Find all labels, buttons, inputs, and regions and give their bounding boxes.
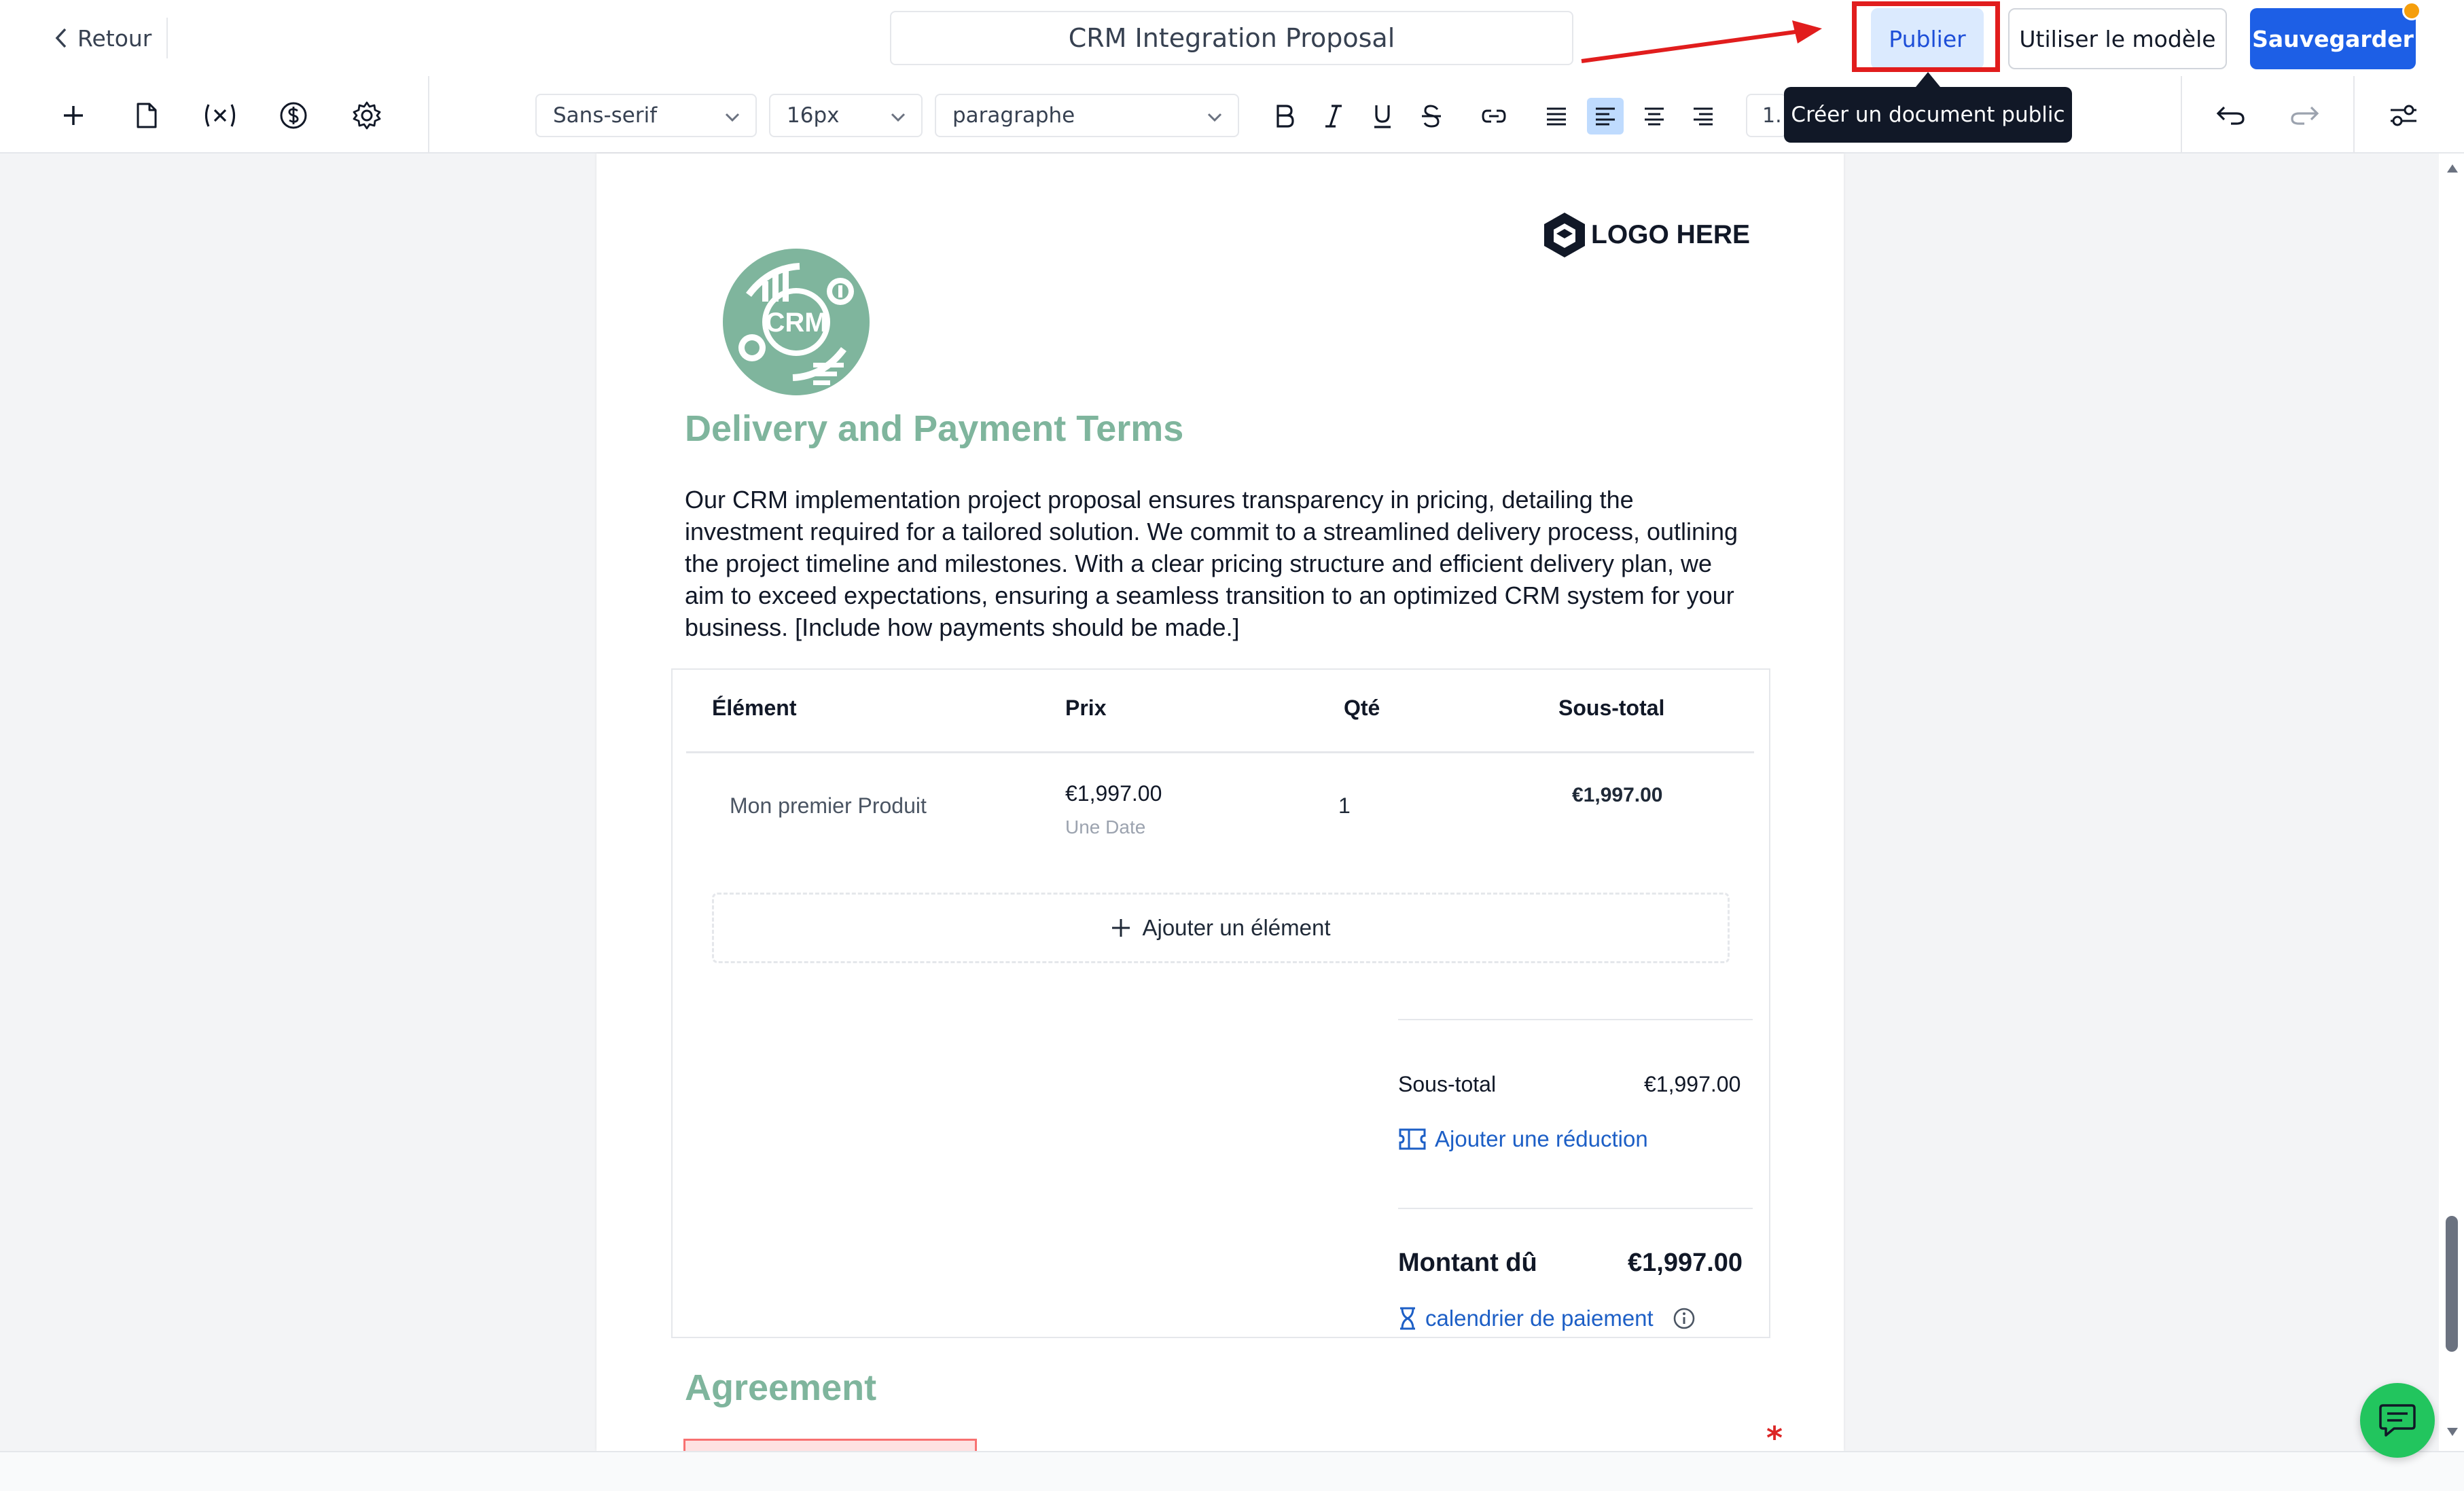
undo-icon[interactable] xyxy=(2211,95,2251,136)
block-type-value: paragraphe xyxy=(952,103,1075,128)
italic-icon[interactable] xyxy=(1315,98,1352,134)
scroll-down-icon[interactable] xyxy=(2446,1426,2459,1437)
chevron-down-icon xyxy=(723,107,742,126)
align-left-icon[interactable] xyxy=(1587,98,1624,134)
add-icon[interactable] xyxy=(53,95,94,136)
line-height-select[interactable]: 1. xyxy=(1746,94,1787,137)
bottom-bar xyxy=(0,1451,2464,1491)
amount-due-value: €1,997.00 xyxy=(1628,1249,1743,1277)
font-size-value: 16px xyxy=(787,103,840,128)
chevron-down-icon xyxy=(1205,107,1224,126)
underline-icon[interactable] xyxy=(1364,98,1401,134)
company-logo: LOGO HERE xyxy=(1542,211,1750,259)
chevron-down-icon xyxy=(889,107,908,126)
document-title-input[interactable]: CRM Integration Proposal xyxy=(890,11,1573,65)
publish-highlight-box xyxy=(1852,1,2000,72)
page-icon[interactable] xyxy=(126,95,167,136)
dollar-icon[interactable] xyxy=(273,95,314,136)
publish-tooltip: Créer un document public xyxy=(1784,87,2072,143)
align-center-icon[interactable] xyxy=(1636,98,1673,134)
column-header-item: Élément xyxy=(712,696,797,720)
amount-due-label: Montant dû xyxy=(1398,1249,1537,1277)
row-item-name[interactable]: Mon premier Produit xyxy=(730,793,927,819)
subtotal-label: Sous-total xyxy=(1398,1072,1497,1096)
settings-gear-icon[interactable] xyxy=(346,95,387,136)
tooltip-arrow xyxy=(1916,72,1940,87)
font-family-value: Sans-serif xyxy=(553,103,658,128)
align-right-icon[interactable] xyxy=(1685,98,1721,134)
row-item-date[interactable]: Une Date xyxy=(1065,816,1145,838)
font-family-select[interactable]: Sans-serif xyxy=(535,94,757,137)
divider xyxy=(428,76,429,152)
plus-icon xyxy=(1111,918,1131,938)
scrollbar-thumb[interactable] xyxy=(2446,1216,2458,1352)
ticket-icon xyxy=(1398,1128,1427,1151)
strikethrough-icon[interactable] xyxy=(1413,98,1450,134)
divider xyxy=(166,18,168,58)
divider xyxy=(1398,1019,1753,1020)
intro-paragraph[interactable]: Our CRM implementation project proposal … xyxy=(685,484,1751,643)
chat-icon xyxy=(2378,1403,2417,1438)
save-button[interactable]: Sauvegarder xyxy=(2250,8,2416,69)
row-item-qty[interactable]: 1 xyxy=(1338,793,1351,819)
row-item-subtotal: €1,997.00 xyxy=(1572,784,1663,806)
hexagon-logo-icon xyxy=(1542,211,1587,259)
info-icon[interactable] xyxy=(1673,1307,1696,1330)
add-item-button[interactable]: Ajouter un élément xyxy=(712,893,1730,963)
annotation-arrow-icon xyxy=(1581,20,1822,63)
column-header-price: Prix xyxy=(1065,696,1107,720)
scroll-up-icon[interactable] xyxy=(2446,163,2459,174)
align-justify-icon[interactable] xyxy=(1538,98,1575,134)
divider xyxy=(2353,76,2355,152)
payment-schedule-label: calendrier de paiement xyxy=(1425,1306,1654,1331)
add-discount-link[interactable]: Ajouter une réduction xyxy=(1398,1126,1648,1152)
column-header-qty: Qté xyxy=(1344,696,1380,720)
font-size-select[interactable]: 16px xyxy=(769,94,923,137)
back-button[interactable]: Retour xyxy=(54,22,151,54)
link-icon[interactable] xyxy=(1476,98,1512,134)
chat-widget-button[interactable] xyxy=(2360,1383,2435,1458)
variable-icon[interactable] xyxy=(200,95,240,136)
notification-dot xyxy=(2402,1,2421,20)
logo-text: LOGO HERE xyxy=(1591,220,1751,249)
agreement-title[interactable]: Agreement xyxy=(685,1367,876,1409)
divider xyxy=(2181,76,2182,152)
pricing-table[interactable] xyxy=(671,668,1770,1338)
chevron-left-icon xyxy=(54,27,68,49)
crm-illustration: CRM xyxy=(721,247,871,397)
section-title[interactable]: Delivery and Payment Terms xyxy=(685,408,1183,450)
use-template-button[interactable]: Utiliser le modèle xyxy=(2008,8,2227,69)
add-item-label: Ajouter un élément xyxy=(1142,915,1331,940)
column-header-subtotal: Sous-total xyxy=(1558,696,1665,720)
hourglass-icon xyxy=(1398,1306,1417,1331)
row-item-price[interactable]: €1,997.00 xyxy=(1065,781,1162,806)
block-type-select[interactable]: paragraphe xyxy=(935,94,1239,137)
subtotal-value: €1,997.00 xyxy=(1644,1072,1741,1096)
crm-logo-text: CRM xyxy=(765,308,827,338)
divider xyxy=(686,751,1754,753)
sliders-icon[interactable] xyxy=(2383,95,2424,136)
add-discount-label: Ajouter une réduction xyxy=(1435,1126,1648,1151)
back-label: Retour xyxy=(77,24,152,52)
bold-icon[interactable] xyxy=(1266,98,1303,134)
redo-icon[interactable] xyxy=(2284,95,2325,136)
divider xyxy=(1398,1208,1753,1209)
payment-schedule-link[interactable]: calendrier de paiement xyxy=(1398,1306,1696,1331)
